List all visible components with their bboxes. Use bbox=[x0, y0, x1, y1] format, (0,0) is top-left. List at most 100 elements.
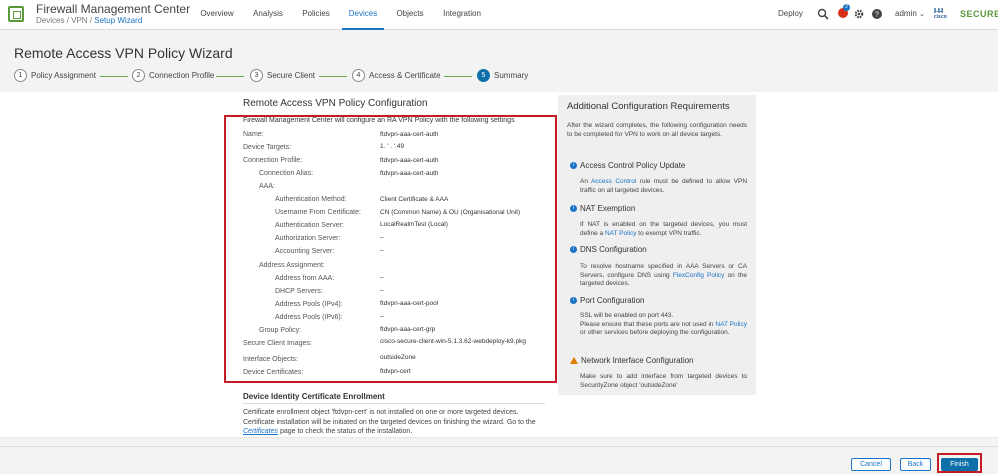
row-value-connection-alias: ftdvpn-aaa-cert-auth bbox=[380, 170, 439, 177]
wizard-step-connection-profile[interactable]: 2 Connection Profile bbox=[132, 69, 214, 83]
acp-heading: i Access Control Policy Update bbox=[570, 161, 685, 170]
nav-integration[interactable]: Integration bbox=[440, 0, 484, 30]
cisco-logo: ||..||..|| cisco bbox=[934, 8, 947, 20]
chevron-down-icon: ⌄ bbox=[919, 11, 925, 18]
info-icon: i bbox=[570, 205, 577, 213]
deploy-button[interactable]: Deploy bbox=[778, 0, 803, 28]
warning-icon bbox=[570, 357, 578, 365]
access-control-link[interactable]: Access Control bbox=[591, 178, 636, 185]
summary-content-area[interactable]: Remote Access VPN Policy Configuration F… bbox=[0, 92, 998, 438]
acp-text: An Access Control rule must be defined t… bbox=[580, 178, 748, 194]
app-title: Firewall Management Center bbox=[36, 2, 191, 16]
row-value-group-policy: ftdvpn-aaa-cert-grp bbox=[380, 326, 436, 333]
row-value-connection-profile: ftdvpn-aaa-cert-auth bbox=[380, 157, 439, 164]
top-navigation-bar: Firewall Management Center Devices / VPN… bbox=[0, 0, 998, 30]
row-label-secure-client-images: Secure Client Images: bbox=[243, 340, 312, 347]
additional-intro: After the wizard completes, the followin… bbox=[567, 122, 747, 138]
divider bbox=[243, 403, 545, 404]
row-label-address-from-aaa: Address from AAA: bbox=[275, 275, 335, 282]
cancel-button[interactable]: Cancel bbox=[851, 458, 891, 471]
row-label-accounting-server: Accounting Server: bbox=[275, 248, 335, 255]
nav-analysis[interactable]: Analysis bbox=[250, 0, 286, 30]
step-connector bbox=[444, 76, 472, 77]
nat-heading: i NAT Exemption bbox=[570, 204, 635, 213]
row-label-interface-objects: Interface Objects: bbox=[243, 356, 298, 363]
info-icon: i bbox=[570, 162, 577, 170]
wizard-step-secure-client[interactable]: 3 Secure Client bbox=[250, 69, 315, 83]
nat-policy-link-2[interactable]: NAT Policy bbox=[715, 321, 747, 328]
row-value-authentication-method: Client Certificate & AAA bbox=[380, 196, 449, 203]
wizard-footer bbox=[0, 446, 998, 474]
alerts-count-badge: 2 bbox=[843, 4, 850, 11]
enrollment-text: Certificate enrollment object 'ftdvpn-ce… bbox=[243, 409, 536, 435]
row-label-authentication-method: Authentication Method: bbox=[275, 196, 347, 203]
horizontal-scrollbar[interactable]: ◀ ▶ bbox=[0, 437, 998, 438]
row-label-authentication-server: Authentication Server: bbox=[275, 222, 344, 229]
nat-text: If NAT is enabled on the targeted device… bbox=[580, 221, 747, 237]
row-label-dhcp-servers: DHCP Servers: bbox=[275, 288, 323, 295]
row-label-group-policy: Group Policy: bbox=[259, 327, 302, 334]
enrollment-title: Device Identity Certificate Enrollment bbox=[243, 392, 385, 401]
row-value-username-from-certificate: CN (Common Name) & OU (Organisational Un… bbox=[380, 209, 521, 216]
breadcrumb: Devices / VPN / Setup Wizard bbox=[36, 16, 142, 25]
breadcrumb-setup-wizard-link[interactable]: Setup Wizard bbox=[94, 16, 142, 25]
row-value-authentication-server: LocalRealmTest (Local) bbox=[380, 221, 448, 228]
row-label-address-assignment: Address Assignment: bbox=[259, 262, 325, 269]
back-button[interactable]: Back bbox=[900, 458, 931, 471]
nat-policy-link[interactable]: NAT Policy bbox=[605, 230, 637, 237]
additional-requirements-panel: Additional Configuration Requirements Af… bbox=[558, 95, 756, 395]
row-value-authorization-server: – bbox=[380, 234, 384, 241]
row-label-connection-alias: Connection Alias: bbox=[259, 170, 314, 177]
row-value-address-from-aaa: – bbox=[380, 274, 384, 281]
certificates-link[interactable]: Certificates bbox=[243, 428, 278, 435]
svg-text:?: ? bbox=[875, 12, 879, 19]
row-label-name: Name: bbox=[243, 131, 264, 138]
help-icon[interactable]: ? bbox=[871, 8, 883, 20]
wizard-step-summary[interactable]: 5 Summary bbox=[477, 69, 528, 83]
flexconfig-policy-link[interactable]: FlexConfig Policy bbox=[673, 272, 725, 279]
row-value-accounting-server: – bbox=[380, 247, 384, 254]
row-value-interface-objects: outsideZone bbox=[380, 354, 416, 361]
info-icon: i bbox=[570, 246, 577, 254]
nav-devices[interactable]: Devices bbox=[342, 0, 384, 30]
row-value-address-pools-ipv4: ftdvpn-aaa-cert-pool bbox=[380, 300, 439, 307]
wizard-step-policy-assignment[interactable]: 1 Policy Assignment bbox=[14, 69, 96, 83]
page-title: Remote Access VPN Policy Wizard bbox=[14, 45, 233, 61]
info-icon: i bbox=[570, 297, 577, 305]
config-intro: Firewall Management Center will configur… bbox=[243, 117, 515, 124]
port-text: SSL will be enabled on port 443. Please … bbox=[580, 312, 748, 336]
row-label-authorization-server: Authorization Server: bbox=[275, 235, 341, 242]
user-menu[interactable]: admin ⌄ bbox=[895, 0, 925, 28]
row-value-address-pools-ipv6: – bbox=[380, 313, 384, 320]
dns-text: To resolve hostname specified in AAA Ser… bbox=[580, 263, 747, 287]
brand-secure-label: SECURE bbox=[960, 9, 998, 19]
breadcrumb-path: Devices / VPN / bbox=[36, 16, 95, 25]
search-icon[interactable] bbox=[817, 8, 829, 20]
row-label-device-targets: Device Targets: bbox=[243, 144, 292, 151]
nic-heading: Network Interface Configuration bbox=[570, 356, 694, 365]
row-label-connection-profile: Connection Profile: bbox=[243, 157, 303, 164]
row-label-username-from-certificate: Username From Certificate: bbox=[275, 209, 361, 216]
user-name: admin bbox=[895, 9, 917, 18]
dns-heading: i DNS Configuration bbox=[570, 245, 647, 254]
row-value-name: ftdvpn-aaa-cert-auth bbox=[380, 131, 439, 138]
step-connector bbox=[319, 76, 347, 77]
row-value-device-targets: 1. ' . '.49 bbox=[380, 143, 405, 150]
row-value-secure-client-images: cisco-secure-client-win-5.1.3.62-webdepl… bbox=[380, 338, 526, 345]
port-heading: i Port Configuration bbox=[570, 296, 644, 305]
nav-policies[interactable]: Policies bbox=[299, 0, 333, 30]
nav-objects[interactable]: Objects bbox=[393, 0, 427, 30]
row-label-address-pools-ipv6: Address Pools (IPv6): bbox=[275, 314, 343, 321]
row-label-aaa: AAA: bbox=[259, 183, 275, 190]
nav-overview[interactable]: Overview bbox=[196, 0, 238, 30]
additional-requirements-title: Additional Configuration Requirements bbox=[567, 101, 730, 112]
step-connector bbox=[100, 76, 128, 77]
gear-icon[interactable] bbox=[853, 8, 865, 20]
config-section-title: Remote Access VPN Policy Configuration bbox=[243, 98, 428, 109]
step-connector bbox=[216, 76, 244, 77]
row-value-dhcp-servers: – bbox=[380, 287, 384, 294]
row-label-address-pools-ipv4: Address Pools (IPv4): bbox=[275, 301, 343, 308]
finish-button[interactable]: Finish bbox=[941, 458, 978, 471]
nic-text: Make sure to add interface from targeted… bbox=[580, 373, 747, 389]
wizard-step-access-certificate[interactable]: 4 Access & Certificate bbox=[352, 69, 441, 83]
